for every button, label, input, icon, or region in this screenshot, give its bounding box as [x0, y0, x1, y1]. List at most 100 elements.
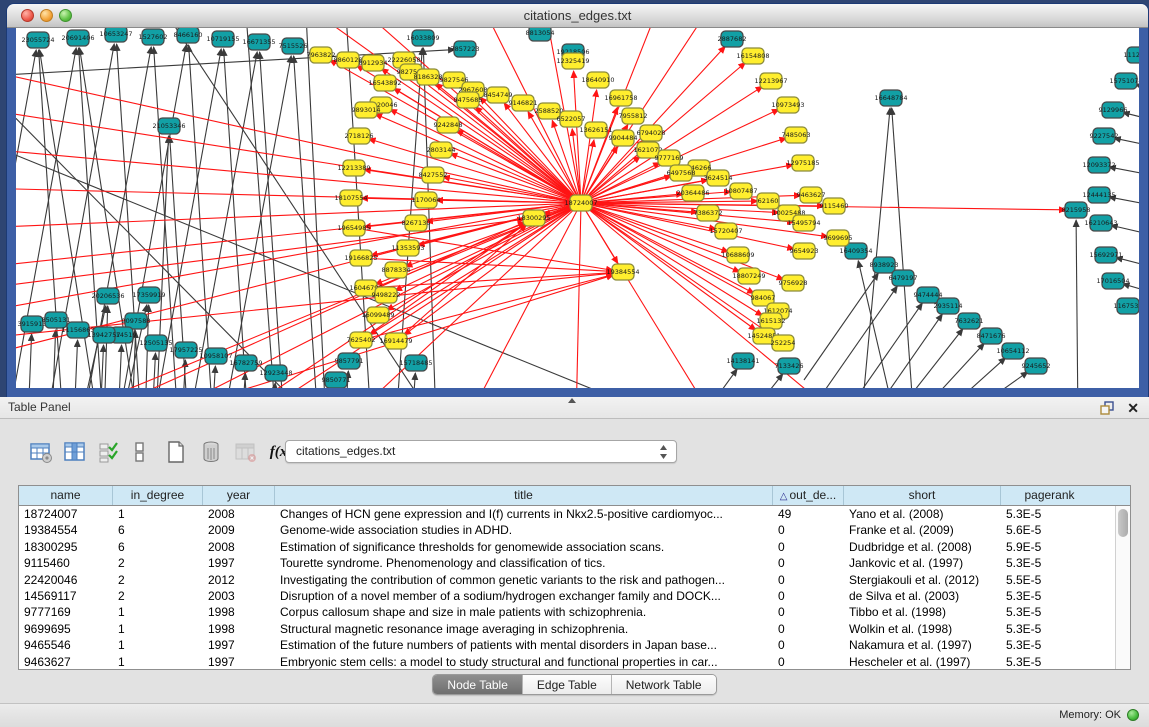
graph-node[interactable]: 9904484	[609, 130, 638, 146]
graph-edge[interactable]	[16, 148, 581, 203]
graph-node[interactable]: 9756928	[779, 275, 808, 291]
graph-node[interactable]: 8912934	[359, 55, 388, 71]
graph-node[interactable]: 9654923	[790, 243, 819, 259]
graph-edge[interactable]	[152, 353, 156, 388]
graph-edge[interactable]	[189, 45, 213, 388]
graph-edge[interactable]	[74, 340, 78, 388]
graph-node[interactable]: 11353593	[391, 240, 424, 256]
graph-edge[interactable]	[1076, 220, 1078, 388]
row-height-icon[interactable]	[127, 439, 153, 465]
graph-node[interactable]: 12505135	[139, 335, 172, 351]
table-settings-icon[interactable]	[28, 439, 54, 465]
tab-network-table[interactable]: Network Table	[612, 675, 716, 694]
graph-node[interactable]: 9498222	[372, 287, 401, 303]
graph-node[interactable]: 8427552	[419, 167, 448, 183]
scrollbar-thumb[interactable]	[1118, 509, 1128, 537]
graph-edge[interactable]	[16, 48, 76, 388]
graph-node[interactable]: 9857791	[335, 353, 364, 369]
column-header-short[interactable]: short	[844, 486, 1001, 505]
column-header-year[interactable]: year	[203, 486, 275, 505]
column-header-out_de[interactable]: △out_de...	[773, 486, 844, 505]
graph-edge[interactable]	[581, 203, 716, 388]
graph-node[interactable]: 252254	[771, 335, 796, 351]
graph-node[interactable]: 7625402	[347, 332, 376, 348]
graph-edge[interactable]	[189, 52, 257, 388]
graph-node[interactable]: 9115460	[820, 198, 849, 214]
table-row[interactable]: 946362711997Embryonic stem cells: a mode…	[19, 654, 1130, 670]
graph-edge[interactable]	[956, 372, 1028, 388]
table-vertical-scrollbar[interactable]	[1115, 506, 1130, 669]
graph-edge[interactable]	[104, 306, 108, 388]
graph-node[interactable]: 12213967	[754, 73, 787, 89]
graph-node[interactable]: 18640910	[581, 72, 614, 88]
column-header-in_degree[interactable]: in_degree	[113, 486, 203, 505]
table-row[interactable]: 946554611997Estimation of the future num…	[19, 637, 1130, 653]
graph-edge[interactable]	[933, 358, 1006, 388]
delete-table-icon[interactable]	[198, 439, 224, 465]
graph-edge[interactable]	[28, 334, 32, 388]
graph-node[interactable]: 7133426	[775, 358, 804, 374]
graph-node[interactable]: 16914479	[379, 333, 412, 349]
graph-node[interactable]: 7386372	[694, 205, 723, 221]
table-row[interactable]: 969969511998Structural magnetic resonanc…	[19, 621, 1130, 637]
table-row[interactable]: 1938455462009Genome-wide association stu…	[19, 522, 1130, 538]
graph-edge[interactable]	[361, 275, 613, 340]
graph-node[interactable]: 8813054	[526, 28, 555, 41]
table-row[interactable]: 1872400712008Changes of HCN gene express…	[19, 506, 1130, 522]
graph-edge[interactable]	[242, 373, 245, 388]
graph-node[interactable]: 18107554	[334, 190, 367, 206]
graph-node[interactable]: 9463627	[797, 187, 826, 203]
graph-node[interactable]: 16543892	[368, 75, 401, 91]
graph-node[interactable]: 6794028	[637, 125, 666, 141]
graph-node[interactable]: 21053346	[152, 118, 185, 134]
column-header-name[interactable]: name	[19, 486, 113, 505]
table-row[interactable]: 2242004622012Investigating the contribut…	[19, 572, 1130, 588]
graph-edge[interactable]	[466, 203, 581, 388]
graph-node[interactable]: 6497568	[667, 165, 696, 181]
graph-node[interactable]: 9777169	[655, 150, 684, 166]
graph-node[interactable]: 16099489	[361, 307, 394, 323]
graph-node[interactable]: 1167533	[1114, 298, 1139, 314]
tab-node-table[interactable]: Node Table	[433, 675, 523, 694]
float-panel-icon[interactable]	[1099, 400, 1115, 416]
graph-node[interactable]: 19384554	[606, 264, 639, 280]
graph-node[interactable]: 16961758	[604, 90, 637, 106]
graph-node[interactable]: 6479197	[889, 270, 918, 286]
graph-edge[interactable]	[698, 369, 737, 388]
graph-node[interactable]: 20691406	[61, 30, 94, 46]
graph-edge[interactable]	[412, 373, 415, 388]
graph-edge[interactable]	[1123, 284, 1139, 295]
graph-node[interactable]: 12923448	[259, 365, 292, 381]
graph-edge[interactable]	[804, 273, 878, 380]
graph-node[interactable]: 12093372	[1082, 157, 1115, 173]
graph-edge[interactable]	[16, 50, 36, 388]
graph-edge[interactable]	[375, 114, 581, 203]
graph-node[interactable]: 10653247	[99, 28, 132, 42]
graph-node[interactable]: 2803144	[427, 142, 456, 158]
graph-edge[interactable]	[118, 345, 122, 388]
graph-edge[interactable]	[892, 108, 914, 388]
graph-edge[interactable]	[1116, 257, 1139, 269]
graph-node[interactable]: 2935114	[934, 298, 963, 314]
graph-node[interactable]: 12975185	[786, 155, 819, 171]
network-window-titlebar[interactable]: citations_edges.txt	[7, 4, 1148, 28]
column-settings-icon[interactable]	[62, 439, 88, 465]
graph-node[interactable]: 14138141	[726, 353, 759, 369]
graph-node[interactable]: 6522057	[557, 111, 586, 127]
graph-node[interactable]: 7955812	[619, 108, 648, 124]
graph-node[interactable]: 8466160	[174, 28, 203, 43]
graph-edge[interactable]	[260, 52, 284, 388]
graph-node[interactable]: 8878334	[382, 262, 411, 278]
graph-node[interactable]: 8215958	[1062, 202, 1091, 218]
select-columns-icon[interactable]	[96, 439, 122, 465]
graph-node[interactable]: 17957225	[169, 342, 202, 358]
tab-edge-table[interactable]: Edge Table	[523, 675, 612, 694]
graph-node[interactable]: 19166825	[344, 250, 377, 266]
graph-edge[interactable]	[581, 90, 597, 203]
table-row[interactable]: 1830029562008Estimation of significance …	[19, 539, 1130, 555]
graph-edge[interactable]	[1111, 225, 1139, 237]
graph-node[interactable]: 7485063	[782, 127, 811, 143]
graph-node[interactable]: 8471676	[977, 328, 1006, 344]
graph-node[interactable]: 2718126	[345, 128, 374, 144]
column-header-title[interactable]: title	[275, 486, 773, 505]
